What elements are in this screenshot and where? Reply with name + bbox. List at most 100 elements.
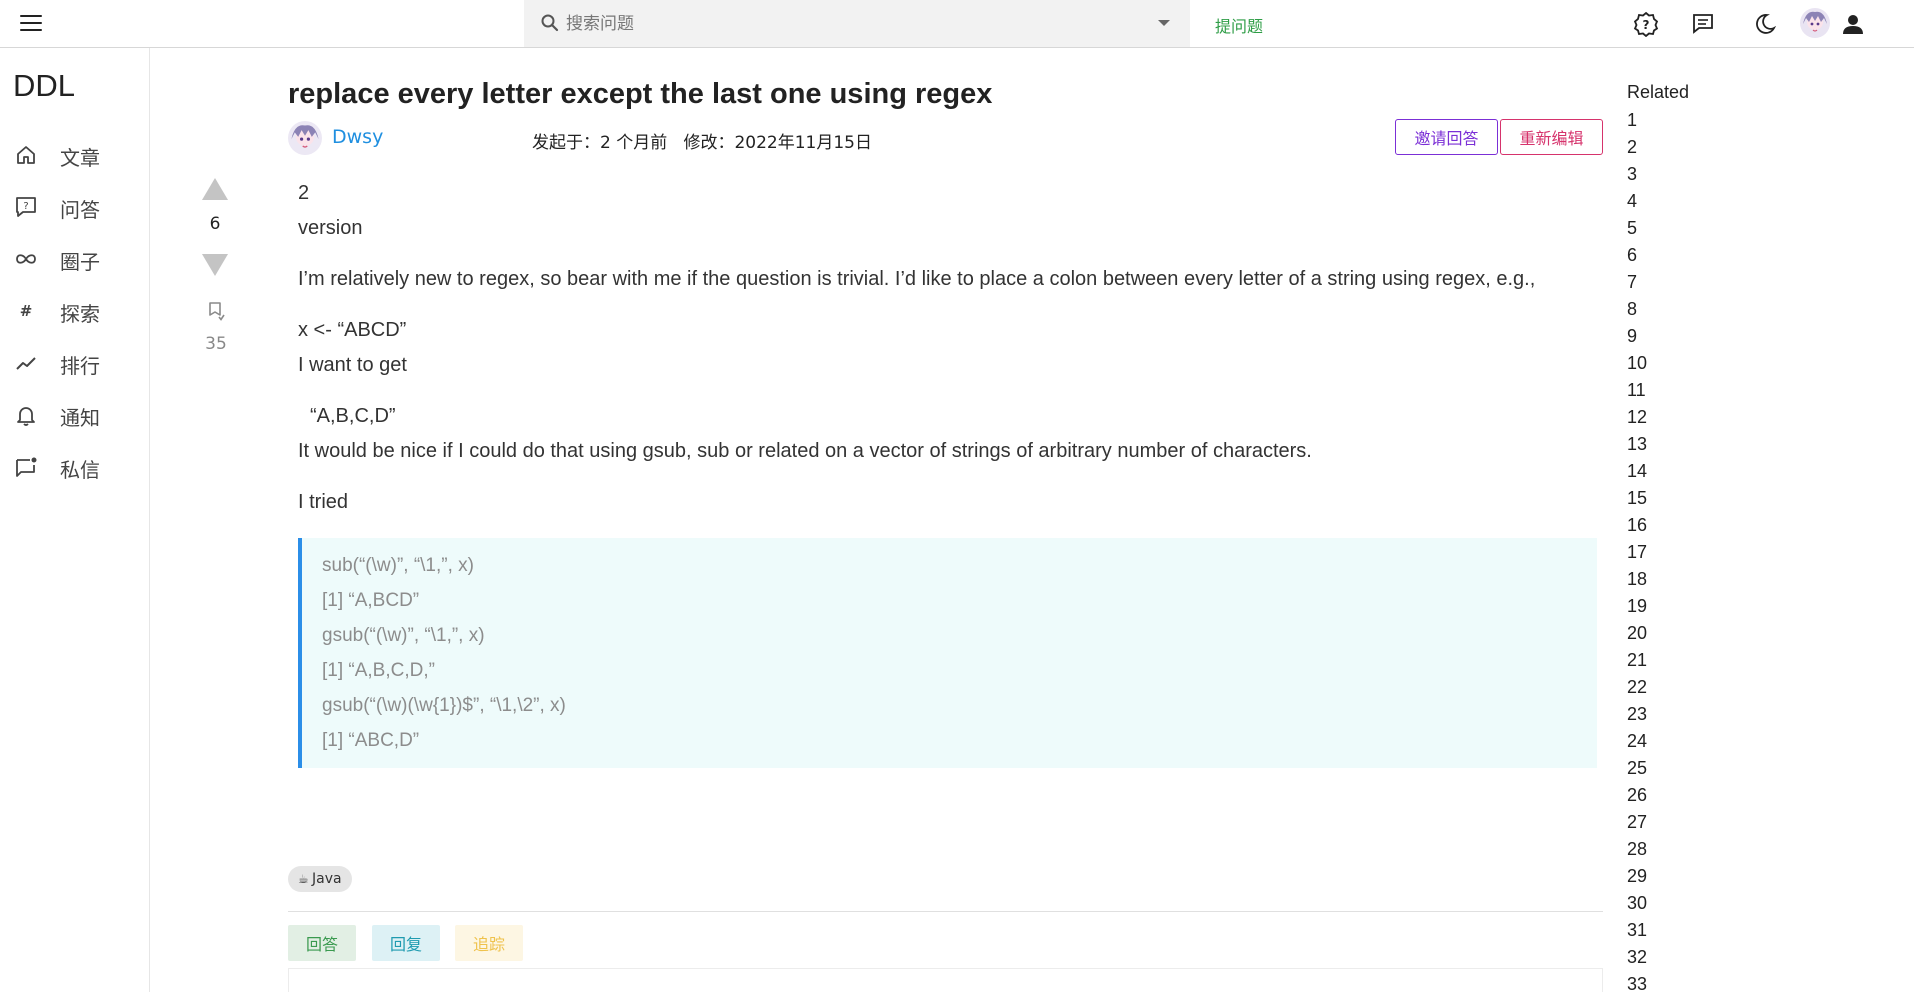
svg-text:?: ? — [1643, 18, 1650, 32]
invite-answer-button[interactable]: 邀请回答 — [1395, 119, 1498, 155]
started-label: 发起于：2 个月前 — [532, 133, 668, 153]
body-line: It would be nice if I could do that usin… — [298, 440, 1312, 462]
sidebar-item-label: 排行 — [60, 354, 100, 378]
related-item[interactable]: 13 — [1627, 432, 1747, 459]
main-content: replace every letter except the last one… — [150, 48, 1610, 992]
tag-java[interactable]: ☕ Java — [288, 866, 352, 892]
related-item[interactable]: 11 — [1627, 378, 1747, 405]
chevron-down-icon[interactable] — [1158, 20, 1170, 26]
related-item[interactable]: 21 — [1627, 648, 1747, 675]
divider — [288, 911, 1603, 912]
bookmark-icon[interactable] — [207, 302, 225, 322]
related-item[interactable]: 16 — [1627, 513, 1747, 540]
brand-logo[interactable]: DDL — [13, 68, 75, 104]
code-line: sub(“(\w)”, “\1,”, x) — [322, 555, 474, 576]
related-item[interactable]: 30 — [1627, 891, 1747, 918]
upvote-icon[interactable] — [202, 178, 228, 200]
related-item[interactable]: 8 — [1627, 297, 1747, 324]
related-item[interactable]: 4 — [1627, 189, 1747, 216]
body-line: x <- “ABCD” — [298, 319, 407, 341]
track-button[interactable]: 追踪 — [455, 925, 523, 961]
code-line: gsub(“(\w)”, “\1,”, x) — [322, 625, 485, 646]
related-item[interactable]: 31 — [1627, 918, 1747, 945]
search-bar[interactable] — [524, 0, 1190, 47]
related-item[interactable]: 15 — [1627, 486, 1747, 513]
search-input[interactable] — [566, 9, 1126, 39]
related-item[interactable]: 27 — [1627, 810, 1747, 837]
messages-icon[interactable] — [1690, 11, 1716, 37]
related-item[interactable]: 2 — [1627, 135, 1747, 162]
hash-icon: # — [20, 302, 33, 320]
related-panel: Related 1 2 3 4 5 6 7 8 9 10 11 12 13 14 15 16 17 18 19 20 2… — [1627, 80, 1747, 992]
post-dates: 发起于：2 个月前 修改：2022年11月15日 — [532, 128, 872, 153]
related-item[interactable]: 19 — [1627, 594, 1747, 621]
body-line: I want to get — [298, 354, 407, 376]
top-bar: 提问题 ? — [0, 0, 1914, 48]
sidebar-item-qa[interactable]: ? 问答 — [0, 185, 150, 225]
related-item[interactable]: 32 — [1627, 945, 1747, 972]
sidebar-item-label: 私信 — [60, 458, 100, 482]
help-icon[interactable]: ? — [1633, 11, 1659, 37]
related-item[interactable]: 18 — [1627, 567, 1747, 594]
related-item[interactable]: 7 — [1627, 270, 1747, 297]
trending-icon — [16, 357, 36, 370]
sidebar-item-messages[interactable]: 私信 — [0, 445, 150, 485]
sidebar-item-ranking[interactable]: 排行 — [0, 341, 150, 381]
sidebar-item-circles[interactable]: 圈子 — [0, 237, 150, 277]
code-block: sub(“(\w)”, “\1,”, x) [1] “A,BCD” gsub(“… — [298, 538, 1597, 768]
infinity-icon — [16, 254, 36, 264]
code-line: gsub(“(\w)(\w{1})$”, “\1,\2”, x) — [322, 695, 566, 716]
question-title: replace every letter except the last one… — [288, 78, 993, 110]
sidebar-item-label: 圈子 — [60, 250, 100, 274]
svg-text:#: # — [20, 302, 33, 320]
author-avatar[interactable] — [288, 121, 322, 155]
svg-text:?: ? — [23, 201, 28, 212]
sidebar-item-articles[interactable]: 文章 — [0, 133, 150, 173]
related-item[interactable]: 17 — [1627, 540, 1747, 567]
downvote-icon[interactable] — [202, 254, 228, 276]
related-item[interactable]: 5 — [1627, 216, 1747, 243]
bell-icon — [17, 407, 35, 426]
sidebar-item-label: 问答 — [60, 198, 100, 222]
tag-label: Java — [312, 871, 342, 887]
related-item[interactable]: 25 — [1627, 756, 1747, 783]
related-item[interactable]: 6 — [1627, 243, 1747, 270]
code-line: [1] “ABC,D” — [322, 730, 420, 751]
answer-editor[interactable] — [288, 968, 1603, 992]
related-item[interactable]: 29 — [1627, 864, 1747, 891]
related-item[interactable]: 24 — [1627, 729, 1747, 756]
sidebar-item-notifications[interactable]: 通知 — [0, 393, 150, 433]
related-item[interactable]: 33 — [1627, 972, 1747, 992]
dark-mode-icon[interactable] — [1752, 11, 1778, 37]
java-icon: ☕ — [298, 872, 309, 886]
related-item[interactable]: 1 — [1627, 108, 1747, 135]
related-item[interactable]: 22 — [1627, 675, 1747, 702]
related-item[interactable]: 3 — [1627, 162, 1747, 189]
related-item[interactable]: 12 — [1627, 405, 1747, 432]
sidebar-item-label: 通知 — [60, 406, 100, 430]
sidebar-item-label: 文章 — [60, 146, 100, 170]
sidebar-item-explore[interactable]: # 探索 — [0, 289, 150, 329]
related-item[interactable]: 10 — [1627, 351, 1747, 378]
body-paragraph: I’m relatively new to regex, so bear wit… — [298, 268, 1536, 290]
answer-button[interactable]: 回答 — [288, 925, 356, 961]
related-item[interactable]: 9 — [1627, 324, 1747, 351]
code-line: [1] “A,BCD” — [322, 590, 420, 611]
ask-question-link[interactable]: 提问题 — [1215, 13, 1263, 37]
related-item[interactable]: 20 — [1627, 621, 1747, 648]
author-link[interactable]: Dwsy — [332, 126, 383, 148]
search-icon — [541, 14, 559, 32]
body-line: version — [298, 217, 363, 239]
related-list: 1 2 3 4 5 6 7 8 9 10 11 12 13 14 15 16 17 18 19 20 21 22 23 24 2… — [1627, 108, 1747, 992]
menu-icon[interactable] — [20, 15, 42, 31]
reply-button[interactable]: 回复 — [372, 925, 440, 961]
related-item[interactable]: 26 — [1627, 783, 1747, 810]
code-line: [1] “A,B,C,D,” — [322, 660, 435, 681]
question-body: 2 version I’m relatively new to regex, s… — [298, 176, 1618, 768]
reedit-button[interactable]: 重新编辑 — [1500, 119, 1603, 155]
user-avatar[interactable] — [1800, 8, 1830, 38]
related-item[interactable]: 14 — [1627, 459, 1747, 486]
related-item[interactable]: 28 — [1627, 837, 1747, 864]
related-item[interactable]: 23 — [1627, 702, 1747, 729]
account-icon[interactable] — [1840, 11, 1866, 37]
